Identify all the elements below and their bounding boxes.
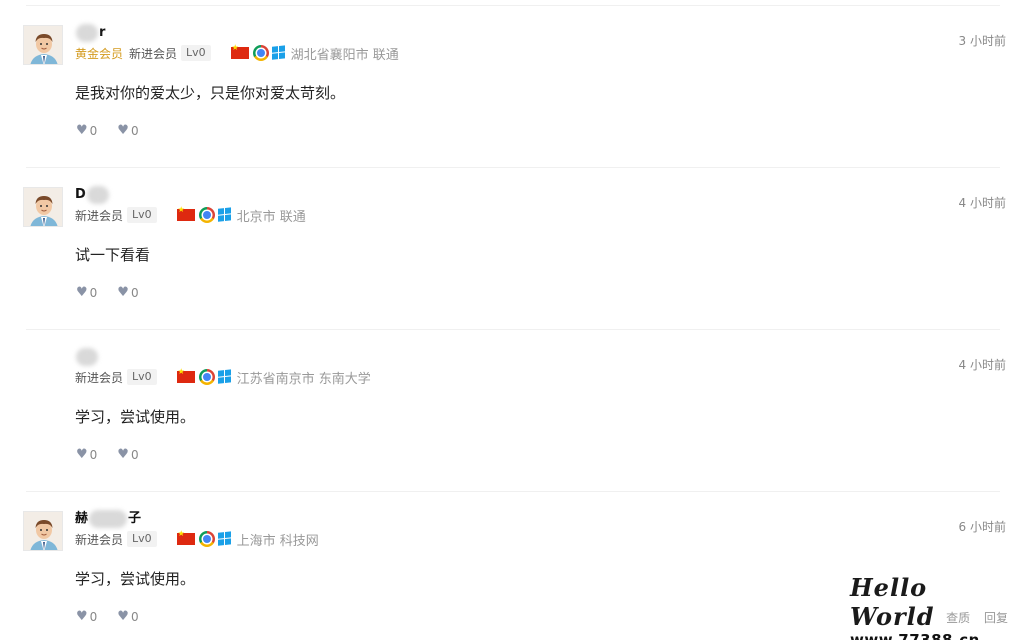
client-info: 江苏省南京市 东南大学 [176,367,371,387]
client-info: 上海市 科技网 [176,529,319,549]
blurred-name [89,510,128,528]
avatar-icon [24,188,62,226]
comment-time: 6 小时前 [958,520,1006,534]
user-meta: 新进会员 Lv0 上海市 科技网 [75,529,319,549]
dislike-count: 0 [130,609,139,624]
location-text: 北京市 联通 [236,209,306,225]
location-text: 湖北省襄阳市 联通 [290,47,399,63]
heart-icon: ♥ [76,285,88,300]
client-info: 北京市 联通 [176,205,306,225]
blurred-name [76,24,98,42]
avatar[interactable] [23,25,63,65]
heart-icon: ♥ [76,609,88,624]
windows-icon [217,207,233,223]
comment-actions: ♥ 0 ♥ 0 [76,123,159,138]
comment-actions: ♥ 0 ♥ 0 [76,285,159,300]
windows-icon [217,531,233,547]
avatar[interactable] [23,349,63,389]
windows-icon [217,369,233,385]
broken-heart-icon: ♥ [117,447,129,462]
chrome-icon [198,531,215,547]
like-count: 0 [89,447,98,462]
divider [26,5,1000,6]
level-badge: Lv0 [127,207,157,223]
comment-time: 3 小时前 [958,34,1006,48]
member-badge: 新进会员 [129,46,178,61]
heart-icon: ♥ [76,123,88,138]
user-meta: 黄金会员 新进会员 Lv0 湖北省襄阳市 联通 [75,43,399,63]
dislike-button[interactable]: ♥ 0 [117,609,138,624]
dislike-button[interactable]: ♥ 0 [117,123,138,138]
like-button[interactable]: ♥ 0 [76,447,97,462]
china-flag-icon [176,367,195,383]
user-meta: 新进会员 Lv0 北京市 联通 [75,205,306,225]
broken-heart-icon: ♥ [117,123,129,138]
username[interactable] [75,348,99,366]
china-flag-icon [230,43,249,59]
like-button[interactable]: ♥ 0 [76,609,97,624]
username[interactable]: D [75,186,110,204]
location-text: 上海市 科技网 [236,533,319,549]
comment-content: 学习，尝试使用。 [75,570,196,588]
username[interactable]: 赫子 [75,510,141,528]
client-info: 湖北省襄阳市 联通 [230,43,399,63]
dislike-button[interactable]: ♥ 0 [117,285,138,300]
username-text: r [99,25,106,40]
user-meta: 新进会员 Lv0 江苏省南京市 东南大学 [75,367,371,387]
divider [26,491,1000,492]
comment-time: 4 小时前 [958,358,1006,372]
vip-badge: 黄金会员 [75,46,124,61]
broken-heart-icon: ♥ [117,609,129,624]
broken-heart-icon: ♥ [117,285,129,300]
dislike-count: 0 [130,447,139,462]
like-count: 0 [89,609,98,624]
username-suffix: 子 [128,511,142,526]
member-badge: 新进会员 [75,370,124,385]
member-badge: 新进会员 [75,532,124,547]
comment-content: 是我对你的爱太少，只是你对爱太苛刻。 [75,84,346,102]
chrome-icon [198,207,215,223]
username[interactable]: r [75,24,105,42]
comment-item: r 黄金会员 新进会员 Lv0 湖北省襄阳市 联通 3 小时前 是我对你的爱太少… [0,5,1032,167]
avatar[interactable] [23,511,63,551]
username-prefix: 赫 [75,511,89,526]
level-badge: Lv0 [127,369,157,385]
heart-icon: ♥ [76,447,88,462]
comment-actions: ♥ 0 ♥ 0 [76,447,159,462]
watermark-url: www.77388.cn [850,631,980,640]
china-flag-icon [176,205,195,221]
avatar-icon [24,512,62,550]
blurred-name [86,186,109,204]
blurred-name [76,348,98,366]
divider [26,167,1000,168]
dislike-button[interactable]: ♥ 0 [117,447,138,462]
like-count: 0 [89,285,98,300]
member-badge: 新进会员 [75,208,124,223]
comment-item: 新进会员 Lv0 江苏省南京市 东南大学 4 小时前 学习，尝试使用。 ♥0 ♥… [0,329,1032,491]
comment-content: 学习，尝试使用。 [75,408,196,426]
level-badge: Lv0 [127,531,157,547]
like-count: 0 [89,123,98,138]
windows-icon [271,45,287,61]
like-button[interactable]: ♥ 0 [76,285,97,300]
comment-content: 试一下看看 [75,246,151,264]
chrome-icon [252,45,269,61]
comment-actions: ♥ 0 ♥ 0 [76,609,159,624]
level-badge: Lv0 [181,45,211,61]
dislike-count: 0 [130,123,139,138]
comment-time: 4 小时前 [958,196,1006,210]
avatar[interactable] [23,187,63,227]
watermark-title: Hello World [850,573,935,631]
username-text: D [75,187,86,202]
like-button[interactable]: ♥ 0 [76,123,97,138]
watermark: Hello World www.77388.cn [850,573,1000,640]
avatar-icon [24,26,62,64]
comment-item: D 新进会员 Lv0 北京市 联通 4 小时前 试一下看看 ♥0 ♥0 [0,167,1032,329]
location-text: 江苏省南京市 东南大学 [236,371,371,387]
divider [26,329,1000,330]
dislike-count: 0 [130,285,139,300]
chrome-icon [198,369,215,385]
china-flag-icon [176,529,195,545]
